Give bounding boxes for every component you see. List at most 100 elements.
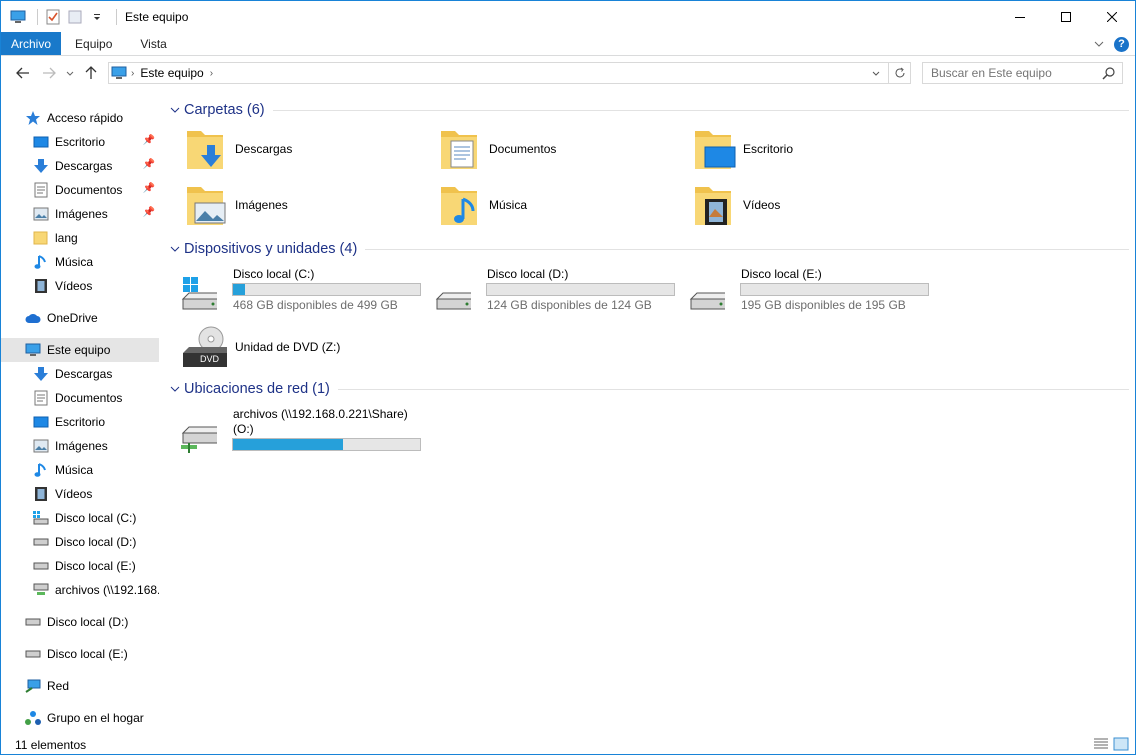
chevron-down-icon[interactable] <box>170 105 184 116</box>
folder-tile-escritorio[interactable]: Escritorio <box>691 125 793 173</box>
network-drive-tile[interactable]: archivos (\\192.168.0.221\Share) (O:) <box>169 407 425 457</box>
address-bar[interactable]: › Este equipo › <box>108 62 911 84</box>
folders-group: Carpetas (6) <box>169 99 1129 121</box>
search-icon[interactable] <box>1102 66 1116 80</box>
sidebar-item-label: OneDrive <box>47 311 98 325</box>
breadcrumb-chevron-icon[interactable]: › <box>131 68 134 79</box>
sidebar-item-label: Grupo en el hogar <box>47 711 144 725</box>
recent-locations-button[interactable] <box>63 61 77 85</box>
sidebar-item-pc-videos[interactable]: Vídeos <box>1 482 159 506</box>
address-dropdown-icon[interactable] <box>866 63 886 83</box>
this-pc-icon[interactable] <box>9 8 27 26</box>
sidebar-item-videos[interactable]: Vídeos <box>1 274 159 298</box>
chevron-down-icon[interactable] <box>170 384 184 395</box>
sidebar-item-label: Música <box>55 255 94 269</box>
group-header[interactable]: Carpetas (6) <box>169 99 1129 121</box>
pin-icon[interactable]: 📌 <box>143 183 155 194</box>
sidebar-item-network[interactable]: Red <box>1 674 159 698</box>
folder-label: Vídeos <box>743 198 781 212</box>
drive-usage-bar <box>740 283 929 296</box>
drive-usage-fill <box>233 284 245 295</box>
maximize-button[interactable] <box>1043 1 1089 32</box>
sidebar-item-pc-documentos[interactable]: Documentos <box>1 386 159 410</box>
sidebar-item-label: Vídeos <box>55 487 93 501</box>
pin-icon[interactable]: 📌 <box>143 135 155 146</box>
folder-icon <box>33 230 49 246</box>
tab-archivo[interactable]: Archivo <box>1 32 62 55</box>
sidebar-item-musica[interactable]: Música <box>1 250 159 274</box>
customize-toolbar-icon[interactable] <box>88 8 106 26</box>
drive-free-space: 468 GB disponibles de 499 GB <box>233 298 398 312</box>
pin-icon[interactable]: 📌 <box>143 207 155 218</box>
this-pc-icon <box>111 66 127 79</box>
sidebar-item-quick-access[interactable]: Acceso rápido <box>1 106 159 130</box>
forward-button[interactable] <box>37 61 61 85</box>
sidebar-item-imagenes[interactable]: Imágenes 📌 <box>1 202 159 226</box>
new-folder-icon[interactable] <box>66 8 84 26</box>
help-icon[interactable]: ? <box>1114 36 1129 52</box>
sidebar-item-lang[interactable]: lang <box>1 226 159 250</box>
back-button[interactable] <box>11 61 35 85</box>
divider <box>365 248 1129 250</box>
group-header[interactable]: Ubicaciones de red (1) <box>169 378 1129 400</box>
sidebar-item-pc-musica[interactable]: Música <box>1 458 159 482</box>
navigation-bar: › Este equipo › <box>1 57 1135 89</box>
status-bar: 11 elementos <box>1 734 1135 755</box>
sidebar-item-pc-imagenes[interactable]: Imágenes <box>1 434 159 458</box>
sidebar-item-label: Escritorio <box>55 135 106 149</box>
large-icons-view-icon[interactable] <box>1113 737 1129 751</box>
sidebar-item-onedrive[interactable]: OneDrive <box>1 306 159 330</box>
sidebar-item-pc-descargas[interactable]: Descargas <box>1 362 159 386</box>
folder-tile-descargas[interactable]: Descargas <box>183 125 292 173</box>
drive-tile-e[interactable]: Disco local (E:) 195 GB disponibles de 1… <box>677 267 933 317</box>
drive-tile-d[interactable]: Disco local (D:) 124 GB disponibles de 1… <box>423 267 679 317</box>
drive-tile-c[interactable]: Disco local (C:) 468 GB disponibles de 4… <box>169 267 425 317</box>
folder-tile-videos[interactable]: Vídeos <box>691 181 780 229</box>
document-icon <box>33 182 49 198</box>
windows-drive-icon <box>169 275 220 315</box>
sidebar-item-homegroup[interactable]: Grupo en el hogar <box>1 706 159 730</box>
sidebar-item-pc-escritorio[interactable]: Escritorio <box>1 410 159 434</box>
details-view-icon[interactable] <box>1093 737 1109 751</box>
drive-free-space: 124 GB disponibles de 124 GB <box>487 298 652 312</box>
sidebar-item-network-drive[interactable]: archivos (\\192.168. <box>1 578 159 602</box>
drive-usage-fill <box>233 439 344 450</box>
sidebar-item-this-pc[interactable]: Este equipo <box>1 338 159 362</box>
content-pane: Carpetas (6) Descargas Documentos Escrit… <box>169 95 1129 735</box>
expand-ribbon-icon[interactable] <box>1094 41 1104 47</box>
minimize-button[interactable] <box>997 1 1043 32</box>
group-header[interactable]: Dispositivos y unidades (4) <box>169 238 1129 260</box>
sidebar-item-label: Imágenes <box>55 207 108 221</box>
search-input[interactable] <box>931 66 1101 80</box>
breadcrumb-chevron-icon[interactable]: › <box>210 68 213 79</box>
folder-tile-documentos[interactable]: Documentos <box>437 125 556 173</box>
chevron-down-icon[interactable] <box>170 244 184 255</box>
search-box[interactable] <box>922 62 1123 84</box>
sidebar-item-documentos[interactable]: Documentos 📌 <box>1 178 159 202</box>
folder-tile-imagenes[interactable]: Imágenes <box>183 181 288 229</box>
dvd-drive-tile[interactable]: DVD Unidad de DVD (Z:) <box>183 323 340 371</box>
breadcrumb-this-pc[interactable]: Este equipo <box>140 66 203 80</box>
hard-drive-icon <box>33 534 49 550</box>
sidebar-item-drive-e-root[interactable]: Disco local (E:) <box>1 642 159 666</box>
sidebar-item-escritorio[interactable]: Escritorio 📌 <box>1 130 159 154</box>
sidebar-item-drive-c[interactable]: Disco local (C:) <box>1 506 159 530</box>
pin-icon[interactable]: 📌 <box>143 159 155 170</box>
folder-tile-musica[interactable]: Música <box>437 181 527 229</box>
properties-icon[interactable] <box>44 8 62 26</box>
refresh-button[interactable] <box>888 63 910 83</box>
sidebar-item-drive-d-root[interactable]: Disco local (D:) <box>1 610 159 634</box>
sidebar-item-drive-e[interactable]: Disco local (E:) <box>1 554 159 578</box>
close-button[interactable] <box>1089 1 1135 32</box>
drive-name: Unidad de DVD (Z:) <box>235 340 341 354</box>
drive-usage-bar <box>486 283 675 296</box>
drive-usage-bar <box>232 438 421 451</box>
tab-vista[interactable]: Vista <box>126 32 180 55</box>
hard-drive-icon <box>33 558 49 574</box>
tab-equipo[interactable]: Equipo <box>61 32 126 55</box>
sidebar-item-drive-d[interactable]: Disco local (D:) <box>1 530 159 554</box>
up-button[interactable] <box>79 61 103 85</box>
sidebar-item-label: archivos (\\192.168. <box>55 583 159 597</box>
sidebar-item-descargas[interactable]: Descargas 📌 <box>1 154 159 178</box>
sidebar-item-label: Disco local (C:) <box>55 511 137 525</box>
